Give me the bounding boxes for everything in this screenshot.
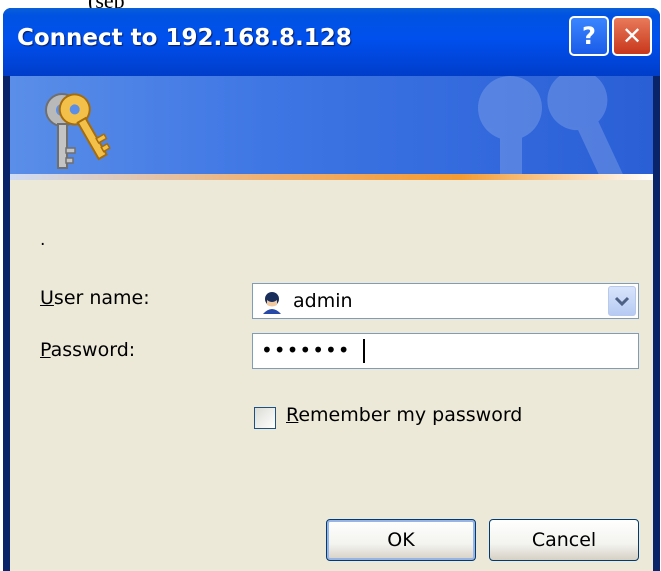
password-label-text: assword:: [50, 339, 136, 361]
remember-password-label[interactable]: Remember my password: [286, 404, 522, 426]
ok-button[interactable]: OK: [326, 519, 476, 561]
username-combobox[interactable]: admin: [252, 283, 639, 319]
user-icon: [263, 292, 281, 314]
password-input[interactable]: •••••••: [252, 333, 639, 369]
close-icon: ✕: [621, 22, 643, 50]
background-page-fragment: (sep: [0, 0, 661, 8]
dialog-title: Connect to 192.168.8.128: [17, 25, 352, 51]
username-dropdown-button[interactable]: [608, 286, 636, 316]
cancel-button[interactable]: Cancel: [489, 519, 639, 561]
title-bar[interactable]: Connect to 192.168.8.128 ? ✕: [3, 8, 660, 76]
password-label-accel: P: [40, 339, 51, 361]
close-button[interactable]: ✕: [612, 16, 652, 56]
remember-password-checkbox[interactable]: [254, 407, 276, 429]
chevron-down-icon: [614, 296, 630, 307]
keys-icon: [45, 93, 111, 169]
remember-label-text: emember my password: [298, 404, 523, 426]
username-label-accel: U: [40, 287, 54, 309]
realm-message: .: [40, 230, 46, 250]
remember-label-accel: R: [286, 404, 299, 426]
dialog-body: . User name: admin Password: ••••••• Rem…: [10, 180, 653, 571]
help-icon: ?: [582, 22, 596, 50]
text-caret: [363, 339, 365, 363]
help-button[interactable]: ?: [569, 16, 609, 56]
connect-dialog: Connect to 192.168.8.128 ? ✕ . User name…: [3, 8, 660, 571]
keys-watermark-icon: [478, 76, 627, 180]
page-fragment-text: (sep: [88, 0, 125, 8]
username-label-text: ser name:: [53, 287, 150, 309]
password-value: •••••••: [261, 338, 351, 362]
password-label: Password:: [40, 339, 135, 361]
username-label: User name:: [40, 287, 150, 309]
username-value: admin: [293, 290, 353, 312]
dialog-banner: [10, 76, 653, 180]
